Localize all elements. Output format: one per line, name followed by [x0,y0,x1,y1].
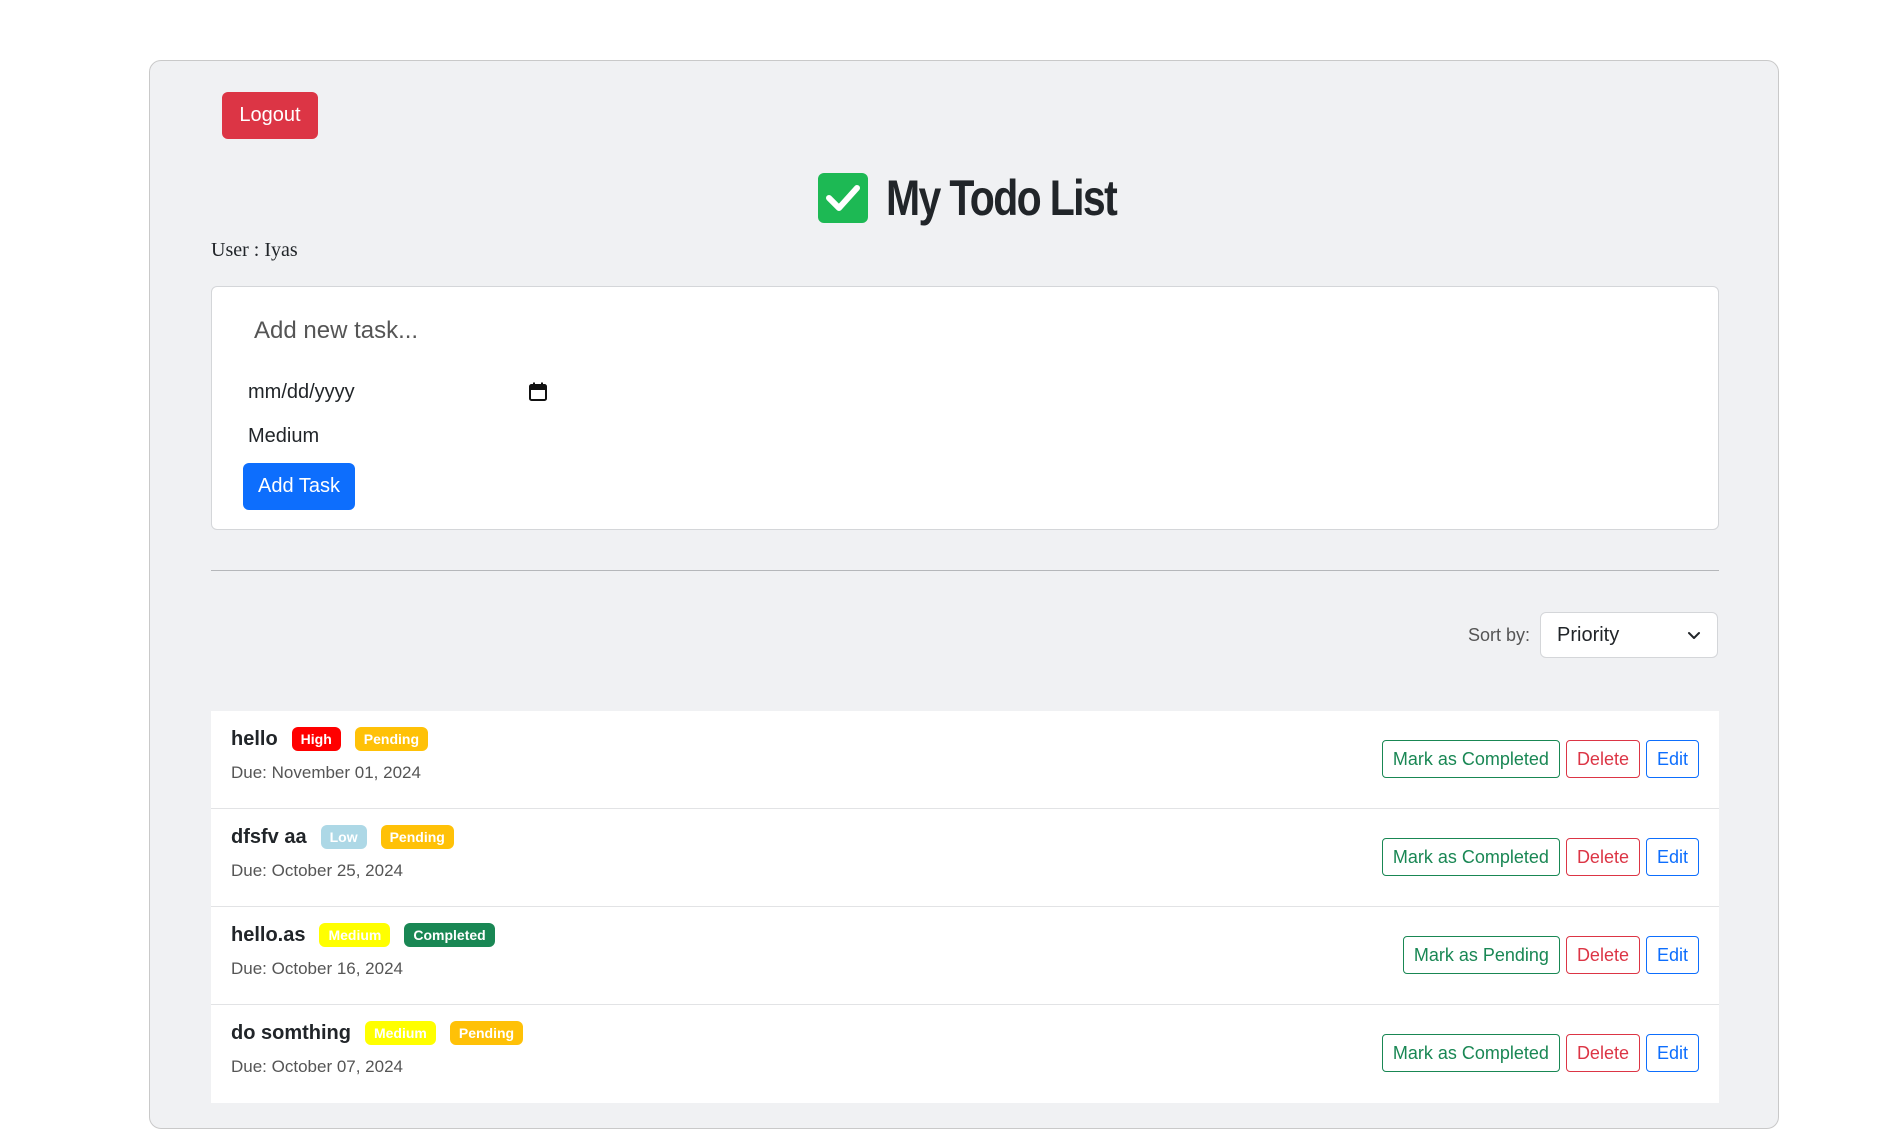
calendar-icon[interactable] [528,382,548,402]
status-badge: Pending [354,727,429,751]
task-title-line: dfsfv aa Low Pending [231,825,454,849]
due-date: Due: October 25, 2024 [231,861,404,880]
due-date-field[interactable]: mm/dd/yyyy [248,373,548,411]
checkmark-icon [817,173,868,223]
sort-label: Sort by: [1467,624,1530,645]
task-input[interactable] [242,307,1266,355]
delete-button[interactable]: Delete [1565,1034,1640,1072]
task-actions: Mark as Completed Delete Edit [1381,838,1699,876]
edit-button[interactable]: Edit [1645,838,1699,876]
task-title-line: do somthing Medium Pending [231,1021,524,1045]
task-name: do somthing [231,1021,351,1044]
chevron-down-icon [1687,624,1701,647]
due-date: Due: November 01, 2024 [231,763,421,782]
todo-app-container: Logout My Todo List User : Iyas mm/dd/yy… [149,60,1779,1129]
toggle-status-button[interactable]: Mark as Pending [1402,936,1560,974]
toggle-status-button[interactable]: Mark as Completed [1381,740,1560,778]
toggle-status-button[interactable]: Mark as Completed [1381,1034,1560,1072]
task-actions: Mark as Pending Delete Edit [1402,936,1699,974]
priority-select[interactable]: Medium [248,425,319,448]
priority-badge: High [291,727,341,751]
divider [211,570,1719,571]
add-task-button[interactable]: Add Task [243,463,355,510]
task-row: hello High Pending Due: November 01, 202… [211,711,1719,809]
delete-button[interactable]: Delete [1565,740,1640,778]
delete-button[interactable]: Delete [1565,936,1640,974]
sort-select[interactable]: Priority [1540,612,1718,658]
title-row: My Todo List [150,169,1778,227]
task-name: hello.as [231,923,306,946]
page-title: My Todo List [885,170,1118,226]
task-actions: Mark as Completed Delete Edit [1381,740,1699,778]
due-date: Due: October 16, 2024 [231,959,404,978]
status-badge: Pending [449,1021,524,1045]
edit-button[interactable]: Edit [1645,1034,1699,1072]
task-list: hello High Pending Due: November 01, 202… [211,711,1719,1103]
edit-button[interactable]: Edit [1645,936,1699,974]
task-name: hello [231,727,278,750]
add-task-form: mm/dd/yyyy Medium Add Task [211,286,1719,530]
priority-badge: Low [320,825,367,849]
priority-badge: Medium [319,923,391,947]
task-title-line: hello.as Medium Completed [231,923,495,947]
status-badge: Completed [404,923,495,947]
toggle-status-button[interactable]: Mark as Completed [1381,838,1560,876]
task-row: hello.as Medium Completed Due: October 1… [211,907,1719,1005]
priority-badge: Medium [364,1021,436,1045]
sort-value: Priority [1557,623,1620,646]
delete-button[interactable]: Delete [1565,838,1640,876]
task-title-line: hello High Pending [231,727,429,751]
edit-button[interactable]: Edit [1645,740,1699,778]
task-row: do somthing Medium Pending Due: October … [211,1005,1719,1103]
logout-button[interactable]: Logout [222,92,318,139]
sort-control: Sort by: Priority [1468,612,1718,658]
date-placeholder: mm/dd/yyyy [248,380,355,403]
task-row: dfsfv aa Low Pending Due: October 25, 20… [211,809,1719,907]
task-name: dfsfv aa [231,825,307,848]
user-label: User : Iyas [211,239,298,261]
status-badge: Pending [380,825,454,849]
due-date: Due: October 07, 2024 [231,1057,404,1076]
task-actions: Mark as Completed Delete Edit [1381,1034,1699,1072]
